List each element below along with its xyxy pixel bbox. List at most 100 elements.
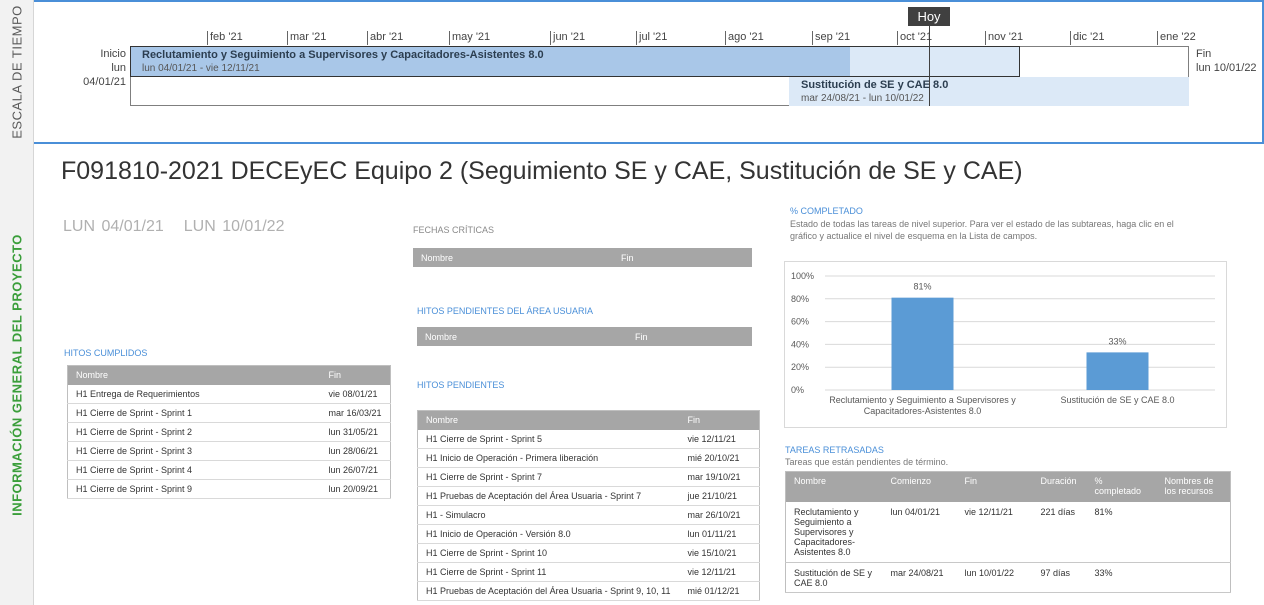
timeline-side-label: ESCALA DE TIEMPO — [9, 5, 24, 139]
table-row[interactable]: H1 Cierre de Sprint - Sprint 10 vie 15/10… — [417, 543, 760, 563]
milestone-end: mar 16/03/21 — [320, 403, 391, 423]
month-label: may '21 — [449, 31, 490, 45]
critical-dates-table[interactable]: Nombre Fin — [413, 248, 752, 267]
timeline-side-band: ESCALA DE TIEMPO — [0, 0, 34, 144]
timeline-bar-selection-frame — [130, 46, 1020, 77]
timeline-start: Inicio lun 04/01/21 — [82, 47, 126, 89]
task-duration: 97 días — [1032, 562, 1087, 593]
timeline-bar-title: Sustitución de SE y CAE 8.0 — [801, 79, 949, 91]
column-header[interactable]: Fin — [627, 327, 752, 346]
column-header[interactable]: Duración — [1032, 471, 1087, 502]
today-line — [929, 26, 930, 106]
timeline-bar-sustitucion[interactable]: Sustitución de SE y CAE 8.0 mar 24/08/21… — [789, 77, 1189, 106]
timeline-panel: ESCALA DE TIEMPO feb '21 mar '21 abr '21… — [0, 0, 1264, 144]
month-label: mar '21 — [287, 31, 326, 45]
completed-milestones-heading: HITOS CUMPLIDOS — [64, 348, 148, 358]
table-row[interactable]: H1 Cierre de Sprint - Sprint 11 vie 12/11… — [417, 562, 760, 582]
task-percent: 33% — [1086, 562, 1157, 593]
bar — [891, 297, 954, 390]
month-label: jul '21 — [636, 31, 667, 45]
milestone-end: mié 01/12/21 — [679, 581, 760, 601]
chart-canvas: 0% 20% 40% 60% 80% 100% 81% Reclutamiento y Seg… — [791, 271, 1215, 416]
task-resources — [1156, 501, 1231, 563]
pending-milestones-table[interactable]: Nombre Fin H1 Cierre de Sprint - Sprint … — [417, 410, 760, 601]
task-name: Sustitución de SE y CAE 8.0 — [785, 562, 883, 593]
timeline-end-date: lun 10/01/22 — [1196, 62, 1257, 74]
month-label: oct '21 — [897, 31, 932, 45]
milestone-end: mar 19/10/21 — [679, 467, 760, 487]
table-row[interactable]: H1 Inicio de Operación - Primera liberac… — [417, 448, 760, 468]
milestone-end: lun 01/11/21 — [679, 524, 760, 544]
table-row[interactable]: Reclutamiento y Seguimiento a Supervisor… — [785, 501, 1231, 563]
table-row[interactable]: H1 Entrega de Requerimientos vie 08/01/21 — [67, 384, 391, 404]
timeline-end-label: Fin — [1196, 48, 1212, 60]
table-row[interactable]: H1 Cierre de Sprint - Sprint 2 lun 31/05/… — [67, 422, 391, 442]
table-row[interactable]: H1 Cierre de Sprint - Sprint 5 vie 12/11/… — [417, 429, 760, 449]
milestone-end: lun 31/05/21 — [320, 422, 391, 442]
table-row[interactable]: Sustitución de SE y CAE 8.0 mar 24/08/21… — [785, 562, 1231, 593]
milestone-end: vie 12/11/21 — [679, 562, 760, 582]
table-row[interactable]: H1 Cierre de Sprint - Sprint 4 lun 26/07/… — [67, 460, 391, 480]
milestone-name: H1 - Simulacro — [417, 505, 680, 525]
column-header[interactable]: Nombres de los recursos — [1156, 471, 1231, 502]
milestone-end: lun 28/06/21 — [320, 441, 391, 461]
column-header[interactable]: Comienzo — [882, 471, 957, 502]
milestone-name: H1 Cierre de Sprint - Sprint 3 — [67, 441, 321, 461]
table-row[interactable]: H1 Inicio de Operación - Versión 8.0 lun … — [417, 524, 760, 544]
table-row[interactable]: H1 Cierre de Sprint - Sprint 3 lun 28/06/… — [67, 441, 391, 461]
project-title[interactable]: F091810-2021 DECEyEC Equipo 2 (Seguimien… — [61, 157, 1023, 186]
table-row[interactable]: H1 Cierre de Sprint - Sprint 7 mar 19/10/… — [417, 467, 760, 487]
late-tasks-heading: TAREAS RETRASADAS — [785, 445, 884, 455]
table-row[interactable]: H1 Pruebas de Aceptación del Área Usuari… — [417, 581, 760, 601]
task-name: Reclutamiento y Seguimiento a Supervisor… — [785, 501, 883, 563]
milestone-end: vie 12/11/21 — [679, 429, 760, 449]
column-header[interactable]: % completado — [1086, 471, 1157, 502]
column-header[interactable]: Nombre — [417, 327, 627, 346]
table-row[interactable]: H1 Cierre de Sprint - Sprint 9 lun 20/09/… — [67, 479, 391, 499]
x-tick-label: Capacitadores-Asistentes 8.0 — [864, 406, 982, 416]
timeline-bar-dates: mar 24/08/21 - lun 10/01/22 — [801, 93, 924, 104]
bar — [1086, 352, 1149, 390]
task-end: vie 12/11/21 — [956, 501, 1033, 563]
late-tasks-description: Tareas que están pendientes de término. — [785, 457, 949, 467]
column-header[interactable]: Nombre — [417, 410, 680, 430]
milestone-name: H1 Pruebas de Aceptación del Área Usuari… — [417, 486, 680, 506]
percent-complete-chart[interactable]: 0% 20% 40% 60% 80% 100% 81% Reclutamiento y Seg… — [784, 261, 1227, 428]
task-end: lun 10/01/22 — [956, 562, 1033, 593]
task-start: mar 24/08/21 — [882, 562, 957, 593]
milestone-name: H1 Cierre de Sprint - Sprint 9 — [67, 479, 321, 499]
column-header[interactable]: Nombre — [413, 248, 613, 267]
pending-milestones-heading: HITOS PENDIENTES — [417, 380, 505, 390]
month-label: feb '21 — [207, 31, 243, 45]
column-header[interactable]: Fin — [320, 365, 391, 385]
y-tick-label: 40% — [791, 339, 809, 349]
task-duration: 221 días — [1032, 501, 1087, 563]
column-header[interactable]: Fin — [679, 410, 760, 430]
y-tick-label: 0% — [791, 385, 804, 395]
milestone-end: lun 20/09/21 — [320, 479, 391, 499]
timeline-start-date: lun 04/01/21 — [83, 62, 126, 88]
task-start: lun 04/01/21 — [882, 501, 957, 563]
pending-user-milestones-table[interactable]: Nombre Fin — [417, 327, 752, 346]
table-row[interactable]: H1 Cierre de Sprint - Sprint 1 mar 16/03/… — [67, 403, 391, 423]
table-row[interactable]: H1 Pruebas de Aceptación del Área Usuari… — [417, 486, 760, 506]
percent-complete-heading: % COMPLETADO — [790, 206, 863, 216]
column-header[interactable]: Nombre — [785, 471, 883, 502]
completed-milestones-table[interactable]: Nombre Fin H1 Entrega de Requerimientos v… — [67, 365, 391, 499]
today-marker[interactable]: Hoy — [908, 7, 950, 26]
project-end-date: LUN 10/01/22 — [183, 218, 285, 235]
table-row[interactable]: H1 - Simulacro mar 26/10/21 — [417, 505, 760, 525]
y-tick-label: 60% — [791, 317, 809, 327]
y-tick-label: 100% — [791, 271, 814, 281]
late-tasks-table[interactable]: Nombre Comienzo Fin Duración % completad… — [785, 471, 1231, 593]
milestone-name: H1 Inicio de Operación - Primera liberac… — [417, 448, 680, 468]
milestone-end: jue 21/10/21 — [679, 486, 760, 506]
data-label: 81% — [913, 282, 931, 292]
task-resources — [1156, 562, 1231, 593]
month-label: abr '21 — [367, 31, 403, 45]
info-side-label: INFORMACIÓN GENERAL DEL PROYECTO — [9, 233, 24, 516]
column-header[interactable]: Fin — [956, 471, 1033, 502]
x-tick-label: Sustitución de SE y CAE 8.0 — [1060, 395, 1174, 405]
column-header[interactable]: Nombre — [67, 365, 321, 385]
column-header[interactable]: Fin — [613, 248, 752, 267]
